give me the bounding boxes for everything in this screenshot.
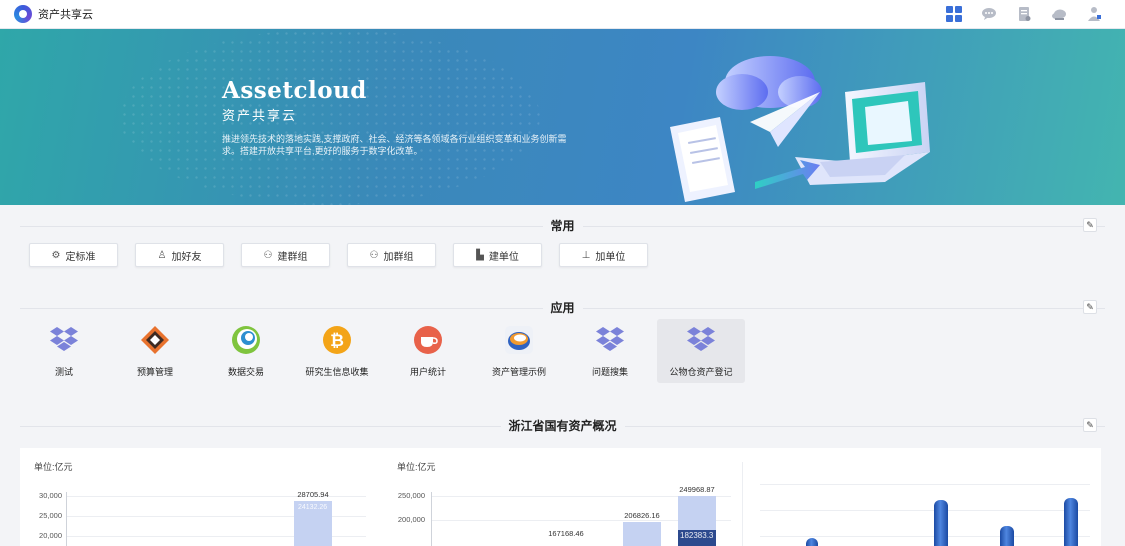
define-standard-button[interactable]: ⚙ 定标准 (29, 243, 118, 267)
chart-3 (746, 448, 1101, 546)
edit-icon[interactable]: ✎ (1083, 218, 1097, 232)
building-icon: ▙ (476, 249, 484, 261)
button-label: 加单位 (595, 251, 626, 263)
bar-value-label: 28705.94 (297, 490, 329, 499)
globe-swirl-icon (230, 324, 262, 356)
user-icon[interactable] (1085, 5, 1103, 23)
org-tree-icon: ⊥ (581, 249, 591, 261)
join-group-button[interactable]: ⚇ 加群组 (347, 243, 436, 267)
hero-banner: Assetcloud 资产共享云 推进领先技术的落地实践,支撑政府、社会、经济等… (0, 29, 1125, 205)
app-label: 公物仓资产登记 (669, 367, 733, 377)
edit-icon[interactable]: ✎ (1083, 300, 1097, 314)
bitcoin-icon: ₿ (321, 324, 353, 356)
app-item[interactable]: 问题搜集 (566, 319, 654, 383)
dropbox-icon (48, 324, 80, 356)
y-tick-label: 250,000 (397, 491, 425, 500)
chart-unit-label: 单位:亿元 (34, 462, 73, 472)
app-item[interactable]: 数据交易 (202, 319, 290, 383)
y-tick-label: 20,000 (39, 531, 62, 540)
group-icon: ⚇ (263, 249, 273, 261)
overview-section-title: 浙江省国有资产概况 (500, 417, 625, 434)
app-label: 测试 (54, 367, 73, 377)
coffee-cup-icon (412, 324, 444, 356)
app-label: 资产管理示例 (491, 367, 546, 377)
bar-value-label: 249968.87 (679, 485, 715, 494)
button-label: 建单位 (488, 251, 519, 263)
common-section-title: 常用 (542, 217, 583, 234)
button-label: 加好友 (171, 251, 202, 263)
cloud-icon[interactable] (1050, 5, 1068, 23)
chart-unit-label: 单位:亿元 (397, 462, 436, 472)
app-item[interactable]: 用户统计 (384, 319, 472, 383)
bar (934, 500, 948, 546)
bar (623, 522, 661, 546)
charts-panel: 单位:亿元 30,000 25,000 20,000 28705.94 2413… (20, 448, 1101, 546)
bar-inner-label: 182383.3 (680, 531, 714, 540)
dropbox-icon (594, 324, 626, 356)
add-friend-button[interactable]: ♙ 加好友 (135, 243, 224, 267)
bar-value-label: 206826.16 (624, 511, 660, 520)
bar (1064, 498, 1078, 546)
banner-title-en: Assetcloud (222, 77, 367, 104)
y-tick-label: 200,000 (397, 515, 425, 524)
chart-2: 单位:亿元 250,000 200,000 167168.46 206826.1… (383, 448, 743, 546)
overview-section: 浙江省国有资产概况 ✎ (0, 415, 1125, 437)
bar-value-label: 167168.46 (548, 529, 584, 538)
app-item-selected[interactable]: 公物仓资产登记 (657, 319, 745, 383)
app-item[interactable]: ₿ 研究生信息收集 (293, 319, 381, 383)
banner-title-cn: 资产共享云 (222, 108, 298, 123)
quick-actions: ⚙ 定标准 ♙ 加好友 ⚇ 建群组 ⚇ 加群组 ▙ 建单位 ⊥ 加单位 (29, 243, 648, 267)
app-label: 用户统计 (409, 367, 446, 377)
join-unit-button[interactable]: ⊥ 加单位 (559, 243, 648, 267)
gear-icon: ⚙ (51, 249, 61, 261)
bar-inner-label: 24132.26 (298, 504, 328, 511)
app-label: 预算管理 (136, 367, 173, 377)
bar (1000, 526, 1014, 546)
budget-logo-icon (139, 324, 171, 356)
bar (806, 538, 818, 546)
document-icon[interactable] (1015, 5, 1033, 23)
banner-description: 推进领先技术的落地实践,支撑政府、社会、经济等各领域各行业组织变革和业务创新需求… (222, 134, 567, 156)
app-item[interactable]: 资产管理示例 (475, 319, 563, 383)
common-section: 常用 ✎ (0, 215, 1125, 237)
swirl-logo-icon (503, 324, 535, 356)
button-label: 建群组 (277, 251, 308, 263)
app-label: 问题搜集 (591, 367, 628, 377)
top-bar: 资产共享云 (0, 0, 1125, 29)
create-unit-button[interactable]: ▙ 建单位 (453, 243, 542, 267)
app-grid: 测试 预算管理 数据交易 ₿ 研究生信息收集 用户统计 资产管理示例 问题搜集 (20, 319, 748, 383)
app-title: 资产共享云 (38, 9, 93, 21)
y-tick-label: 25,000 (39, 511, 62, 520)
group-add-icon: ⚇ (369, 249, 379, 261)
person-icon: ♙ (157, 249, 167, 261)
chat-icon[interactable] (980, 5, 998, 23)
app-item[interactable]: 预算管理 (111, 319, 199, 383)
app-label: 数据交易 (227, 367, 264, 377)
button-label: 加群组 (383, 251, 414, 263)
dropbox-icon (685, 324, 717, 356)
apps-grid-icon[interactable] (945, 5, 963, 23)
create-group-button[interactable]: ⚇ 建群组 (241, 243, 330, 267)
svg-text:₿: ₿ (330, 331, 344, 351)
button-label: 定标准 (65, 251, 96, 263)
cloud-laptop-illustration (670, 56, 930, 202)
chart-1: 单位:亿元 30,000 25,000 20,000 28705.94 2413… (20, 448, 380, 546)
apps-section-title: 应用 (542, 299, 583, 316)
chart-divider (742, 462, 743, 546)
apps-section: 应用 ✎ (0, 297, 1125, 319)
app-logo (14, 5, 32, 23)
header-icons (945, 5, 1103, 23)
y-tick-label: 30,000 (39, 491, 62, 500)
edit-icon[interactable]: ✎ (1083, 418, 1097, 432)
app-item[interactable]: 测试 (20, 319, 108, 383)
app-label: 研究生信息收集 (305, 367, 369, 377)
banner-dot-pattern (120, 29, 540, 205)
